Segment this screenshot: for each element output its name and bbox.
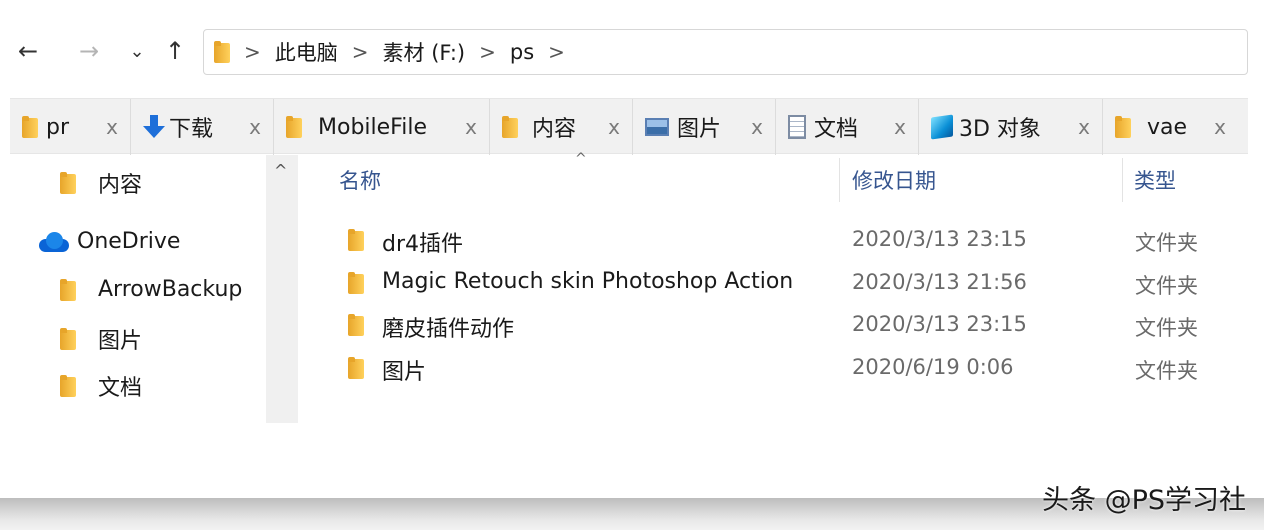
file-explorer-window: ← → ⌄ ↑ > 此电脑 > 素材 (F:) > ps > pr x 下载 x… (0, 0, 1264, 498)
sidebar-item-label: ArrowBackup (98, 277, 243, 302)
quick-access-tabs: pr x 下载 x MobileFile x 内容 x 图片 x 文档 x 3D… (10, 98, 1248, 155)
sidebar-item-arrowbackup[interactable]: ArrowBackup (60, 277, 242, 302)
close-icon[interactable]: x (894, 115, 906, 139)
file-row[interactable]: dr4插件 2020/3/13 23:15 文件夹 (330, 220, 1248, 260)
close-icon[interactable]: x (106, 115, 118, 139)
breadcrumb-this-pc[interactable]: 此电脑 (275, 37, 338, 67)
file-row[interactable]: 图片 2020/6/19 0:06 文件夹 (330, 348, 1248, 388)
folder-icon (348, 357, 364, 379)
folder-icon (286, 116, 302, 138)
onedrive-icon (37, 231, 69, 252)
file-name: 图片 (382, 360, 427, 385)
tab-mobilefile[interactable]: MobileFile x (274, 99, 490, 155)
navigation-bar: ← → ⌄ ↑ > 此电脑 > 素材 (F:) > ps > (0, 22, 1264, 82)
file-name: Magic Retouch skin Photoshop Action (382, 269, 794, 294)
folder-icon (60, 375, 76, 397)
file-type: 文件夹 (1135, 316, 1198, 340)
sidebar-scrollbar[interactable]: ^ (266, 155, 298, 423)
download-icon (143, 115, 165, 139)
folder-icon (60, 278, 76, 301)
breadcrumb-separator[interactable]: > (244, 40, 261, 64)
sort-ascending-icon: ^ (575, 151, 587, 167)
close-icon[interactable]: x (751, 115, 763, 139)
file-date: 2020/3/13 23:15 (852, 312, 1027, 336)
sidebar-item-label: 图片 (98, 329, 143, 354)
tab-content[interactable]: 内容 x (490, 99, 633, 155)
close-icon[interactable]: x (1214, 115, 1226, 139)
folder-icon (60, 328, 76, 350)
3d-objects-icon (931, 114, 953, 140)
tab-label: 内容 (532, 117, 577, 142)
column-header-date[interactable]: 修改日期 (852, 165, 936, 195)
sidebar-item-label: 文档 (98, 376, 143, 401)
address-bar[interactable]: > 此电脑 > 素材 (F:) > ps > (203, 29, 1248, 75)
file-name: 磨皮插件动作 (382, 317, 515, 342)
folder-icon (22, 116, 38, 138)
watermark: 头条 @PS学习社 (1041, 485, 1246, 516)
pictures-icon (645, 118, 669, 136)
folder-icon (60, 172, 76, 194)
file-type: 文件夹 (1135, 231, 1198, 255)
back-button[interactable]: ← (13, 36, 43, 66)
documents-icon (788, 115, 806, 139)
column-divider[interactable] (839, 158, 840, 202)
chevron-down-icon: ⌄ (129, 40, 145, 62)
sidebar-item-onedrive[interactable]: OneDrive (37, 229, 180, 254)
file-row[interactable]: 磨皮插件动作 2020/3/13 23:15 文件夹 (330, 305, 1248, 345)
tab-3d-objects[interactable]: 3D 对象 x (919, 99, 1103, 155)
file-date: 2020/3/13 21:56 (852, 270, 1027, 294)
tab-label: 下载 (169, 117, 214, 142)
file-date: 2020/6/19 0:06 (852, 355, 1014, 379)
up-button[interactable]: ↑ (160, 36, 190, 66)
folder-icon (1115, 116, 1131, 138)
tab-label: 3D 对象 (959, 117, 1041, 142)
tab-label: 图片 (677, 117, 722, 142)
file-name: dr4插件 (382, 232, 464, 257)
sidebar-item-label: 内容 (98, 173, 143, 198)
recent-locations-button[interactable]: ⌄ (122, 36, 152, 66)
tab-pictures[interactable]: 图片 x (633, 99, 776, 155)
tab-label: 文档 (814, 117, 859, 142)
file-type: 文件夹 (1135, 274, 1198, 298)
up-arrow-icon: ↑ (164, 37, 186, 65)
tab-label: MobileFile (318, 114, 427, 140)
back-arrow-icon: ← (17, 37, 39, 65)
scroll-up-icon[interactable]: ^ (274, 161, 287, 180)
close-icon[interactable]: x (608, 115, 620, 139)
folder-icon (214, 41, 230, 63)
sidebar-item-label: OneDrive (77, 229, 181, 254)
sidebar-item-pictures[interactable]: 图片 (60, 323, 142, 355)
folder-icon (348, 229, 364, 251)
tab-pr[interactable]: pr x (10, 99, 131, 155)
breadcrumb-separator[interactable]: > (479, 40, 496, 64)
navigation-pane: 内容 OneDrive ArrowBackup 图片 文档 ^ (0, 155, 298, 425)
file-type: 文件夹 (1135, 359, 1198, 383)
file-date: 2020/3/13 23:15 (852, 227, 1027, 251)
tab-downloads[interactable]: 下载 x (131, 99, 274, 155)
tab-label: pr (46, 114, 70, 140)
column-header-name[interactable]: 名称 (339, 165, 381, 195)
breadcrumb-separator[interactable]: > (548, 40, 565, 64)
file-row[interactable]: Magic Retouch skin Photoshop Action 2020… (330, 263, 1248, 303)
folder-icon (348, 314, 364, 336)
sidebar-item-content[interactable]: 内容 (60, 167, 142, 199)
breadcrumb-ps[interactable]: ps (510, 40, 534, 64)
tab-vae[interactable]: vae x (1103, 99, 1238, 155)
forward-button[interactable]: → (74, 36, 104, 66)
sidebar-item-documents[interactable]: 文档 (60, 370, 142, 402)
folder-icon (348, 272, 364, 294)
column-header-type[interactable]: 类型 (1134, 165, 1176, 195)
close-icon[interactable]: x (249, 115, 261, 139)
breadcrumb-separator[interactable]: > (352, 40, 369, 64)
folder-icon (502, 116, 518, 138)
tab-documents[interactable]: 文档 x (776, 99, 919, 155)
close-icon[interactable]: x (1078, 115, 1090, 139)
breadcrumb-drive-f[interactable]: 素材 (F:) (383, 37, 466, 67)
forward-arrow-icon: → (78, 37, 100, 65)
column-divider[interactable] (1122, 158, 1123, 202)
close-icon[interactable]: x (465, 115, 477, 139)
tab-label: vae (1147, 114, 1188, 140)
